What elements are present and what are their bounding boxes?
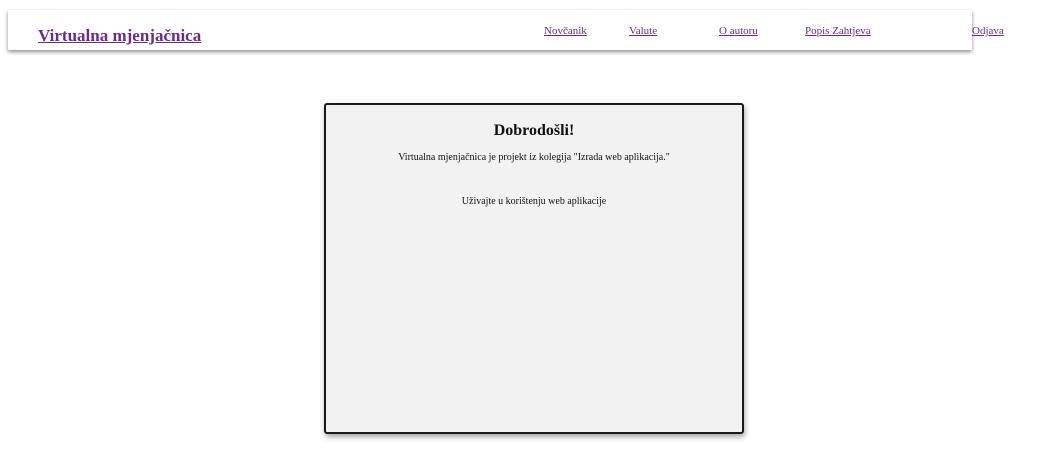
nav-link-currencies[interactable]: Valute xyxy=(629,24,657,38)
enjoy-message: Uživajte u korištenju web aplikacije xyxy=(461,196,607,207)
welcome-card: Dobrodošli! Virtualna mjenjačnica je pro… xyxy=(324,103,744,434)
brand-link[interactable]: Virtualna mjenjačnica xyxy=(38,26,201,46)
welcome-title: Dobrodošli! xyxy=(493,122,575,139)
nav-link-requests[interactable]: Popis Zahtjeva xyxy=(805,24,871,38)
nav-link-logout[interactable]: Odjava xyxy=(972,24,1004,38)
project-description: Virtualna mjenjačnica je projekt iz kole… xyxy=(398,152,670,163)
nav-link-wallet[interactable]: Novčanik xyxy=(544,24,587,38)
nav-link-about[interactable]: O autoru xyxy=(719,24,758,38)
